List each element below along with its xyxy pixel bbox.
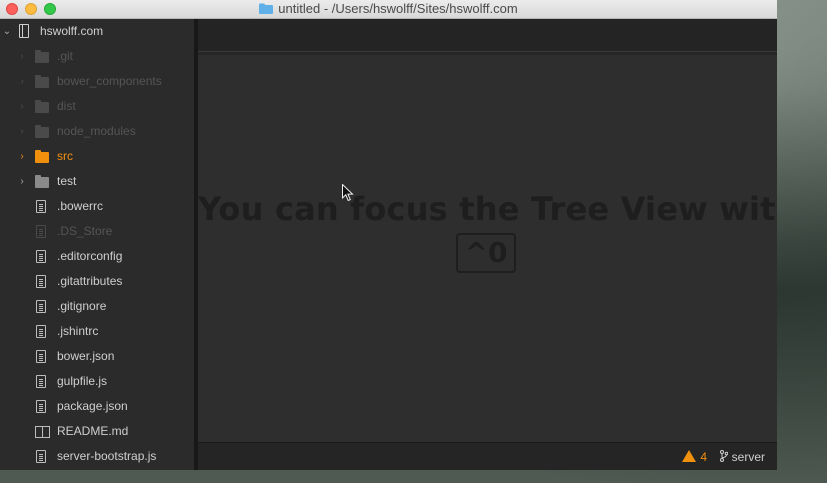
tree-item-label: dist (57, 99, 76, 113)
tree-item-bower-components[interactable]: › bower_components (0, 69, 194, 94)
branch-icon (719, 450, 728, 462)
tab-bar[interactable] (198, 19, 777, 55)
chevron-right-icon[interactable]: › (17, 101, 27, 112)
tree-view-focus-hint: You can focus the Tree View with (198, 190, 777, 228)
tree-item-editorconfig[interactable]: .editorconfig (0, 244, 194, 269)
tree-item-label: .DS_Store (57, 224, 113, 238)
tree-item-git[interactable]: › .git (0, 44, 194, 69)
book-icon (35, 426, 50, 438)
tree-item-gitattributes[interactable]: .gitattributes (0, 269, 194, 294)
tree-item-label: .gitattributes (57, 274, 123, 288)
tree-item-label: .jshintrc (57, 324, 99, 338)
file-icon (36, 400, 46, 413)
tree-item-label: gulpfile.js (57, 374, 108, 388)
folder-icon (35, 100, 49, 113)
warning-count: 4 (700, 450, 707, 464)
tree-item-bowerrc[interactable]: .bowerrc (0, 194, 194, 219)
file-icon (36, 200, 46, 213)
tree-item-server-bootstrap-js[interactable]: server-bootstrap.js (0, 444, 194, 469)
tree-item-label: .bowerrc (57, 199, 104, 213)
repo-icon (19, 24, 29, 38)
tree-item-label: README.md (57, 424, 129, 438)
tree-item-readme-md[interactable]: README.md (0, 419, 194, 444)
chevron-right-icon[interactable]: › (17, 176, 27, 187)
status-bar: 4 server (198, 442, 777, 470)
file-icon (36, 275, 46, 288)
tree-root-hswolff-com[interactable]: ⌄ hswolff.com (0, 19, 194, 44)
chevron-down-icon[interactable]: ⌄ (2, 26, 12, 37)
folder-icon (35, 125, 49, 138)
tree-item-label: bower_components (57, 74, 162, 88)
tree-item-package-json[interactable]: package.json (0, 394, 194, 419)
folder-icon (35, 175, 49, 188)
tree-item-dist[interactable]: › dist (0, 94, 194, 119)
folder-icon (259, 2, 274, 14)
title-bar[interactable]: untitled - /Users/hswolff/Sites/hswolff.… (0, 0, 777, 19)
tree-item-label: .gitignore (57, 299, 107, 313)
tree-item-label: package.json (57, 399, 128, 413)
tree-root-label: hswolff.com (40, 24, 104, 38)
tree-item-gitignore[interactable]: .gitignore (0, 294, 194, 319)
branch-name: server (731, 450, 765, 464)
lint-warnings[interactable]: 4 (682, 450, 707, 464)
tree-item-gulpfile-js[interactable]: gulpfile.js (0, 369, 194, 394)
chevron-right-icon[interactable]: › (17, 126, 27, 137)
tree-item-label: bower.json (57, 349, 115, 363)
tree-item-test[interactable]: › test (0, 169, 194, 194)
chevron-right-icon[interactable]: › (17, 51, 27, 62)
file-icon (36, 300, 46, 313)
folder-icon (35, 50, 49, 63)
chevron-right-icon[interactable]: › (17, 76, 27, 87)
folder-icon (35, 150, 49, 163)
tree-item-src[interactable]: › src (0, 144, 194, 169)
file-icon (36, 450, 46, 463)
editor-pane[interactable]: You can focus the Tree View with ^0 4 se… (198, 19, 777, 470)
warning-icon (682, 450, 697, 462)
folder-icon (35, 75, 49, 88)
tree-item-label: server-bootstrap.js (57, 449, 157, 463)
tree-item-jshintrc[interactable]: .jshintrc (0, 319, 194, 344)
file-icon (36, 375, 46, 388)
file-icon (36, 325, 46, 338)
tree-item-label: test (57, 174, 77, 188)
file-icon (36, 250, 46, 263)
file-icon (36, 225, 46, 238)
tree-item-label: .editorconfig (57, 249, 123, 263)
tree-item-bower-json[interactable]: bower.json (0, 344, 194, 369)
chevron-right-icon[interactable]: › (17, 151, 27, 162)
window-title: untitled - /Users/hswolff/Sites/hswolff.… (278, 1, 518, 16)
atom-window: untitled - /Users/hswolff/Sites/hswolff.… (0, 0, 777, 470)
window-title-wrap: untitled - /Users/hswolff/Sites/hswolff.… (0, 1, 777, 16)
tree-item-label: node_modules (57, 124, 136, 138)
tree-item-label: .git (57, 49, 74, 63)
tree-item-ds-store[interactable]: .DS_Store (0, 219, 194, 244)
git-branch[interactable]: server (719, 450, 765, 464)
file-icon (36, 350, 46, 363)
keyboard-shortcut: ^0 (456, 233, 516, 273)
tree-view[interactable]: ⌄ hswolff.com › .git › bower_components › dist ›… (0, 19, 194, 470)
tree-item-label: src (57, 149, 73, 163)
tree-item-node-modules[interactable]: › node_modules (0, 119, 194, 144)
